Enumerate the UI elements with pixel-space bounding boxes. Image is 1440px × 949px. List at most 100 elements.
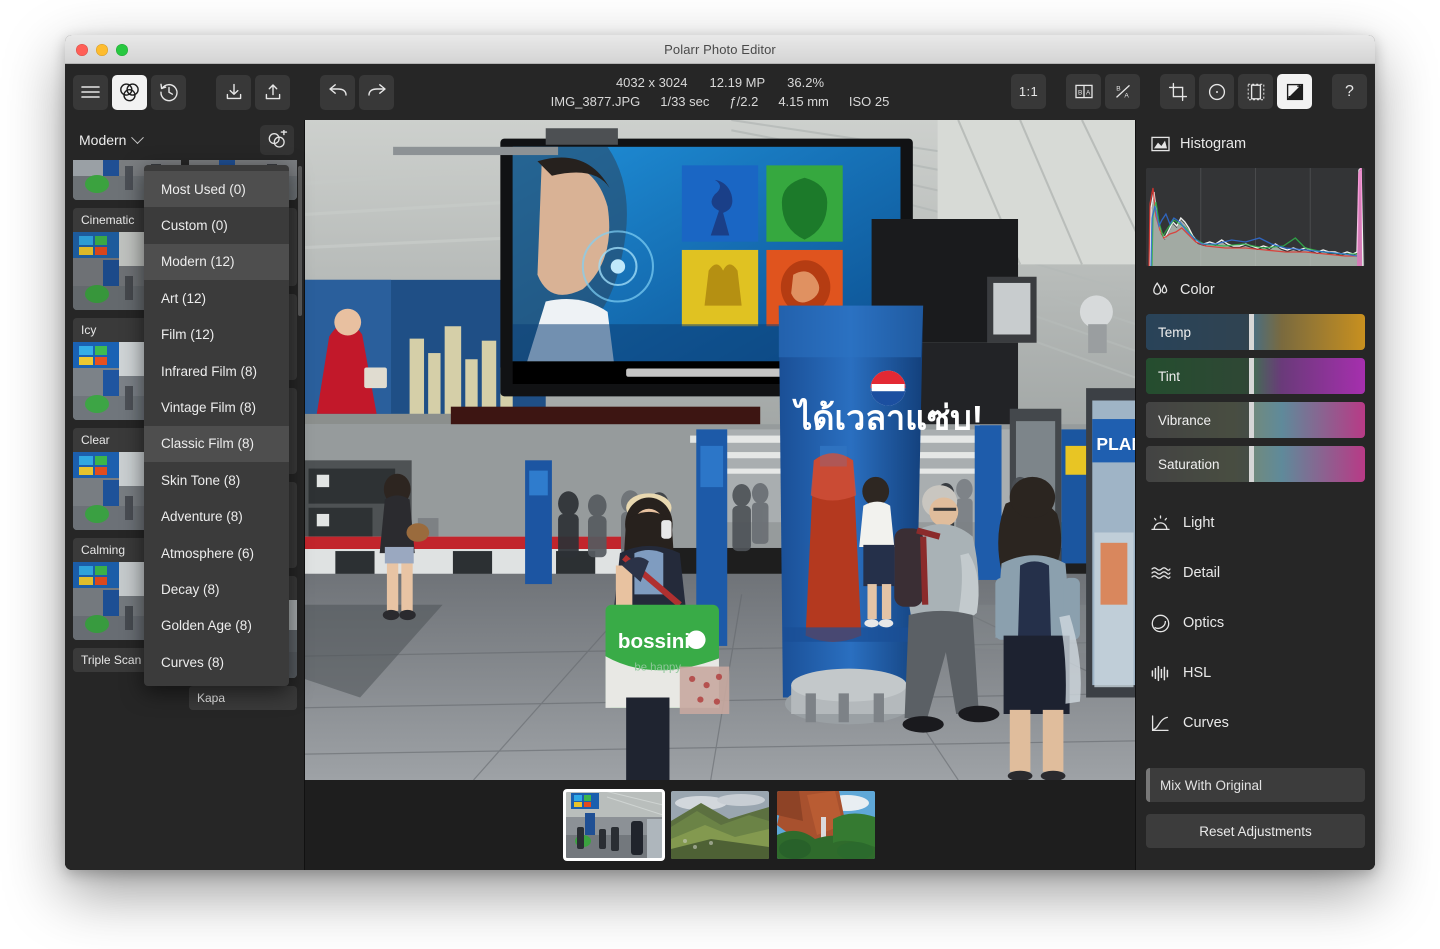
image-aperture: ƒ/2.2 <box>729 94 759 109</box>
before-after-split-button[interactable]: BA <box>1066 74 1101 109</box>
minimize-button[interactable] <box>96 43 108 56</box>
menu-item-label: Modern (12) <box>161 254 235 270</box>
question-mark-icon: ? <box>1345 82 1354 100</box>
color-drop-icon <box>1150 280 1170 300</box>
chevron-down-icon <box>131 130 145 144</box>
menu-item[interactable]: Decay (8) <box>144 571 289 607</box>
temp-slider-handle[interactable] <box>1248 314 1254 350</box>
menu-item[interactable]: Film (12) <box>144 317 289 353</box>
saturation-slider-label: Saturation <box>1158 456 1220 472</box>
tint-slider-handle[interactable] <box>1248 358 1254 394</box>
curve-graph-icon <box>1150 713 1171 734</box>
desktop-background: Polarr Photo Editor 4032 x 3024 12.19 MP… <box>0 0 1440 949</box>
menu-item[interactable]: Atmosphere (6) <box>144 535 289 571</box>
saturation-slider[interactable]: Saturation <box>1146 446 1365 482</box>
thumb-red-canyon-waterfall[interactable] <box>777 791 875 859</box>
saturation-slider-handle[interactable] <box>1248 446 1254 482</box>
presets-panel: Modern Cinematic Icy Clear Calming Tripl… <box>65 120 305 870</box>
add-preset-button[interactable] <box>260 125 294 155</box>
share-button[interactable] <box>255 74 290 110</box>
menu-item-label: Classic Film (8) <box>161 436 254 452</box>
close-button[interactable] <box>76 43 88 56</box>
window-controls <box>76 35 128 64</box>
menu-item[interactable]: Custom (0) <box>144 207 289 243</box>
hsl-section[interactable]: HSL <box>1146 648 1365 698</box>
vibrance-slider-handle[interactable] <box>1248 402 1254 438</box>
metadata-row-1: 4032 x 3024 12.19 MP 36.2% <box>616 73 824 92</box>
menu-item[interactable]: Adventure (8) <box>144 499 289 535</box>
one-to-one-icon: 1:1 <box>1018 84 1039 99</box>
light-section[interactable]: Light <box>1146 498 1365 548</box>
preset-category-label: Modern <box>79 132 127 148</box>
help-button[interactable]: ? <box>1332 74 1367 109</box>
menu-item[interactable]: Infrared Film (8) <box>144 353 289 389</box>
thumb-green-mountains[interactable] <box>671 791 769 859</box>
adjustments-button[interactable] <box>1277 74 1312 109</box>
detail-section[interactable]: Detail <box>1146 548 1365 598</box>
menu-item[interactable]: Skin Tone (8) <box>144 462 289 498</box>
lens-circle-icon <box>1150 613 1171 634</box>
presets-scrollbar[interactable] <box>298 166 302 316</box>
menu-item-label: Decay (8) <box>161 581 220 597</box>
radial-mask-button[interactable] <box>1199 74 1234 109</box>
menu-item[interactable]: Vintage Film (8) <box>144 389 289 425</box>
image-focal-length: 4.15 mm <box>778 94 829 109</box>
panel-spacer <box>1146 490 1365 498</box>
image-canvas[interactable]: ได้เวลาแซ่บ! PLA bossini be happy <box>305 120 1135 780</box>
toolbar-group-left <box>73 74 186 110</box>
menu-item-classic-film[interactable]: Classic Film (8) <box>144 425 289 463</box>
toolbar-group-right: 1:1 BA BA ? <box>1011 74 1367 109</box>
svg-text:B: B <box>1078 89 1082 96</box>
curves-section[interactable]: Curves <box>1146 698 1365 748</box>
image-shutter-speed: 1/33 sec <box>660 94 710 109</box>
maximize-button[interactable] <box>116 43 128 56</box>
zoom-one-to-one-button[interactable]: 1:1 <box>1011 74 1046 109</box>
reset-adjustments-button[interactable]: Reset Adjustments <box>1146 814 1365 848</box>
vibrance-slider-label: Vibrance <box>1158 412 1212 428</box>
image-megapixels: 12.19 MP <box>709 75 766 90</box>
svg-text:A: A <box>1124 93 1129 100</box>
color-label: Color <box>1180 282 1215 298</box>
light-section-label: Light <box>1183 515 1215 531</box>
menu-item[interactable]: Most Used (0) <box>144 171 289 208</box>
crop-button[interactable] <box>1160 74 1195 109</box>
category-dropdown-menu: Most Used (0) Custom (0) Modern (12) Art… <box>144 165 289 687</box>
equalizer-bars-icon <box>1150 663 1171 684</box>
thumb-bts-station[interactable] <box>563 789 665 861</box>
menu-item[interactable]: Golden Age (8) <box>144 608 289 644</box>
menu-item-modern[interactable]: Modern (12) <box>144 243 289 281</box>
menu-button[interactable] <box>73 74 108 110</box>
adjust-button[interactable] <box>112 74 147 110</box>
before-after-diagonal-button[interactable]: BA <box>1105 74 1140 109</box>
undo-button[interactable] <box>320 74 355 110</box>
edited-photo: ได้เวลาแซ่บ! PLA bossini be happy <box>305 120 1135 780</box>
menu-item-label: Adventure (8) <box>161 509 243 525</box>
menu-item[interactable]: Curves (8) <box>144 644 289 680</box>
toolbar-group-history <box>320 74 394 110</box>
preset-category-dropdown[interactable]: Modern <box>79 130 145 148</box>
preset-item[interactable]: Kapa <box>189 686 297 710</box>
detail-section-label: Detail <box>1183 565 1221 581</box>
redo-button[interactable] <box>359 74 394 110</box>
frame-button[interactable] <box>1238 74 1273 109</box>
histogram-header: Histogram <box>1146 120 1365 168</box>
histogram-label: Histogram <box>1180 136 1247 152</box>
menu-item-label: Vintage Film (8) <box>161 400 257 416</box>
presets-header: Modern <box>65 120 304 160</box>
image-dimensions: 4032 x 3024 <box>615 75 688 90</box>
vibrance-slider[interactable]: Vibrance <box>1146 402 1365 438</box>
optics-section-label: Optics <box>1183 615 1225 631</box>
download-button[interactable] <box>216 74 251 110</box>
temp-slider[interactable]: Temp <box>1146 314 1365 350</box>
tint-slider[interactable]: Tint <box>1146 358 1365 394</box>
optics-section[interactable]: Optics <box>1146 598 1365 648</box>
history-button[interactable] <box>151 74 186 110</box>
preset-label: Kapa <box>189 686 297 710</box>
reset-adjustments-label: Reset Adjustments <box>1199 823 1312 839</box>
adjustments-panel: Histogram Color Temp Tint Vibrance Satur… <box>1135 120 1375 870</box>
menu-item-label: Golden Age (8) <box>161 618 252 634</box>
menu-item[interactable]: Art (12) <box>144 280 289 316</box>
image-zoom-level: 36.2% <box>787 75 825 90</box>
window-body: Modern Cinematic Icy Clear Calming Tripl… <box>65 120 1375 870</box>
mix-with-original-slider[interactable]: Mix With Original <box>1146 768 1365 802</box>
